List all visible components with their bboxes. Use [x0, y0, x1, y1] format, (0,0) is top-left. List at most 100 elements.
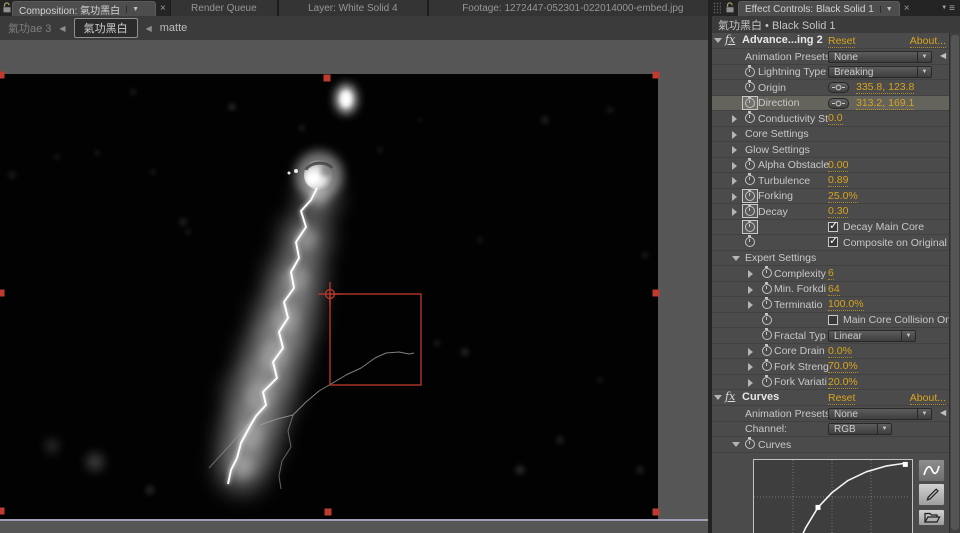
property-row-fractal-typ[interactable]: Fractal TypLinear▼ — [712, 328, 960, 344]
stopwatch-icon[interactable] — [762, 377, 772, 387]
chevron-down-icon[interactable]: ▼ — [880, 6, 893, 13]
effect-header-curves[interactable]: fxCurvesResetAbout... — [712, 390, 960, 406]
chevron-down-icon[interactable]: ▼ — [877, 424, 891, 434]
property-row-lightning-type[interactable]: Lightning TypeBreaking▼ — [712, 65, 960, 81]
stopwatch-icon[interactable] — [745, 67, 755, 77]
stopwatch-icon[interactable] — [745, 175, 755, 185]
animation-presets-dropdown[interactable]: None▼ — [828, 51, 932, 63]
twirl-icon[interactable] — [732, 208, 737, 216]
panel-grip-icon[interactable] — [713, 2, 721, 14]
layer-handle[interactable] — [653, 290, 660, 297]
effect-point-button[interactable] — [828, 82, 849, 93]
tab-render-queue[interactable]: Render Queue — [170, 0, 278, 16]
breadcrumb-item-item[interactable]: 氣功黑白 — [74, 18, 138, 38]
vertical-scrollbar[interactable] — [949, 33, 960, 533]
tab-effect-controls[interactable]: Effect Controls: Black Solid 1 ▼ — [738, 1, 900, 16]
twirl-icon[interactable] — [732, 256, 740, 261]
close-icon[interactable]: × — [900, 0, 914, 16]
stopwatch-keyframe-box[interactable] — [742, 189, 758, 203]
min-forkdi-value[interactable]: 64 — [828, 283, 840, 296]
layer-handle[interactable] — [324, 75, 331, 82]
chevron-down-icon[interactable]: ▼ — [917, 52, 931, 62]
property-row-conductivity-st[interactable]: Conductivity St0.0 — [712, 111, 960, 127]
open-tool-button[interactable] — [918, 509, 945, 526]
property-row-glow-settings[interactable]: Glow Settings — [712, 142, 960, 158]
layer-handle[interactable] — [0, 72, 5, 79]
stopwatch-icon[interactable] — [745, 237, 755, 247]
twirl-icon[interactable] — [732, 162, 737, 170]
twirl-icon[interactable] — [732, 131, 737, 139]
stopwatch-icon[interactable] — [762, 315, 772, 325]
stopwatch-keyframe-box[interactable] — [742, 204, 758, 218]
chevron-down-icon[interactable]: ▼ — [917, 409, 931, 419]
layer-handle[interactable] — [325, 509, 332, 516]
about-link[interactable]: About... — [910, 35, 946, 48]
effect-point-button[interactable] — [828, 98, 849, 109]
twirl-icon[interactable] — [748, 348, 753, 356]
stopwatch-icon[interactable] — [745, 222, 755, 232]
decay-value[interactable]: 0.30 — [828, 205, 848, 218]
curve-graph[interactable] — [753, 459, 913, 533]
property-row-animation-presets[interactable]: Animation Presets:None▼◀▶ — [712, 49, 960, 65]
turbulence-value[interactable]: 0.89 — [828, 174, 848, 187]
fork-streng-value[interactable]: 70.0% — [828, 360, 858, 373]
decay-main-core-checkbox[interactable] — [828, 222, 838, 232]
effect-header-advance-ing-2[interactable]: fxAdvance...ing 2ResetAbout... — [712, 33, 960, 49]
stopwatch-icon[interactable] — [762, 361, 772, 371]
twirl-icon[interactable] — [732, 177, 737, 185]
property-row-decay[interactable]: Decay0.30 — [712, 204, 960, 220]
property-row-decay-main-core[interactable]: Decay Main Core — [712, 220, 960, 236]
breadcrumb-item-ae-3[interactable]: 氣功ae 3 — [8, 20, 51, 36]
pencil-tool-button[interactable] — [918, 483, 945, 506]
composite-on-original-checkbox[interactable] — [828, 237, 838, 247]
layer-handle[interactable] — [653, 509, 660, 516]
stopwatch-icon[interactable] — [745, 113, 755, 123]
stopwatch-icon[interactable] — [745, 191, 755, 201]
direction-value[interactable]: 313.2, 169.1 — [856, 97, 914, 110]
forking-value[interactable]: 25.0% — [828, 190, 858, 203]
twirl-icon[interactable] — [748, 270, 753, 278]
composition-viewer[interactable] — [0, 40, 708, 533]
property-row-animation-presets[interactable]: Animation Presets:None▼◀▶ — [712, 406, 960, 422]
stopwatch-icon[interactable] — [745, 82, 755, 92]
chevron-down-icon[interactable]: ▼ — [917, 67, 931, 77]
lock-icon[interactable] — [722, 0, 738, 16]
property-row-core-settings[interactable]: Core Settings — [712, 127, 960, 143]
rgb-curve[interactable] — [770, 463, 907, 533]
about-link[interactable]: About... — [910, 392, 946, 405]
origin-value[interactable]: 335.8, 123.8 — [856, 81, 914, 94]
twirl-icon[interactable] — [732, 146, 737, 154]
breadcrumb-item-matte[interactable]: matte — [160, 22, 188, 34]
layer-handle[interactable] — [653, 72, 660, 79]
layer-handle[interactable] — [0, 290, 5, 297]
property-row-composite-on-original[interactable]: Composite on Original — [712, 235, 960, 251]
chevron-down-icon[interactable]: ▼ — [901, 331, 915, 341]
twirl-icon[interactable] — [714, 38, 722, 43]
layer-handle[interactable] — [0, 508, 5, 515]
property-row-fork-variati[interactable]: Fork Variati20.0% — [712, 375, 960, 391]
stopwatch-icon[interactable] — [745, 98, 755, 108]
property-row-channel[interactable]: Channel:RGB▼ — [712, 422, 960, 438]
stopwatch-icon[interactable] — [762, 299, 772, 309]
complexity-value[interactable]: 6 — [828, 267, 834, 280]
animation-presets-dropdown[interactable]: None▼ — [828, 408, 932, 420]
twirl-icon[interactable] — [748, 286, 753, 294]
twirl-icon[interactable] — [732, 115, 737, 123]
stopwatch-keyframe-box[interactable] — [742, 96, 758, 110]
lock-icon[interactable] — [2, 0, 12, 16]
property-row-terminatio[interactable]: Terminatio100.0% — [712, 297, 960, 313]
channel-dropdown[interactable]: RGB▼ — [828, 423, 892, 435]
twirl-icon[interactable] — [748, 363, 753, 371]
twirl-icon[interactable] — [714, 395, 722, 400]
twirl-icon[interactable] — [748, 379, 753, 387]
chevron-down-icon[interactable]: ▼ — [126, 6, 139, 13]
composition-canvas[interactable] — [0, 40, 708, 533]
property-row-curves[interactable]: Curves — [712, 437, 960, 453]
terminatio-value[interactable]: 100.0% — [828, 298, 864, 311]
property-row-main-core-collision-onl[interactable]: Main Core Collision Onl — [712, 313, 960, 329]
property-row-complexity[interactable]: Complexity6 — [712, 266, 960, 282]
scrollbar-thumb[interactable] — [951, 35, 959, 530]
stopwatch-icon[interactable] — [762, 346, 772, 356]
twirl-icon[interactable] — [732, 442, 740, 447]
tab-layer[interactable]: Layer: White Solid 4 — [278, 0, 428, 16]
